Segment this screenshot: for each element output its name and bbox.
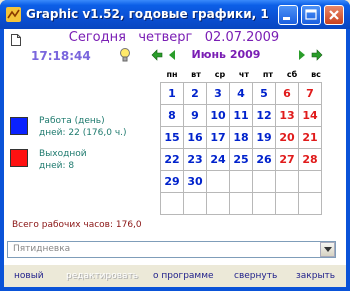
- day-cell[interactable]: 8: [160, 104, 184, 127]
- schedule-select-value: Пятидневка: [13, 244, 71, 254]
- app-window: Graphic v1.52, годовые графики, 1 Сегодн…: [0, 0, 350, 291]
- day-cell[interactable]: 11: [229, 104, 253, 127]
- weekday-fri: пт: [262, 70, 274, 79]
- day-cell[interactable]: [252, 170, 276, 193]
- triangle-right-icon[interactable]: [296, 49, 308, 61]
- new-link[interactable]: новый: [14, 271, 44, 281]
- day-cell[interactable]: 17: [206, 126, 230, 149]
- legend-work-swatch[interactable]: [10, 117, 28, 135]
- day-cell[interactable]: 27: [275, 148, 299, 171]
- today-date: 02.07.2009: [204, 30, 280, 45]
- weekday-thu: чт: [238, 70, 250, 79]
- day-cell[interactable]: 30: [183, 170, 207, 193]
- bulb-icon[interactable]: [119, 47, 131, 63]
- calendar-week: 8 9 10 11 12 13 14: [160, 104, 322, 127]
- day-cell[interactable]: 6: [275, 82, 299, 105]
- day-cell[interactable]: [252, 192, 276, 215]
- weekday-sat: сб: [286, 70, 298, 79]
- maximize-icon: [305, 9, 317, 20]
- window-title: Graphic v1.52, годовые графики, 1: [26, 7, 269, 21]
- calendar-week: 1 2 3 4 5 6 7: [160, 82, 322, 105]
- day-cell[interactable]: 20: [275, 126, 299, 149]
- day-cell[interactable]: 24: [206, 148, 230, 171]
- day-cell[interactable]: 1: [160, 82, 184, 105]
- client-area: Сегодня четверг 02.07.2009 17:18:44 Июнь…: [4, 29, 346, 287]
- day-cell[interactable]: [206, 170, 230, 193]
- arrow-left-icon[interactable]: [151, 49, 163, 61]
- weekday-mon: пн: [166, 70, 178, 79]
- day-cell[interactable]: 19: [252, 126, 276, 149]
- day-cell[interactable]: [298, 170, 322, 193]
- chevron-down-icon: [324, 247, 332, 252]
- minimize-button[interactable]: [278, 5, 298, 25]
- calendar-week: 15 16 17 18 19 20 21: [160, 126, 322, 149]
- day-cell[interactable]: [275, 192, 299, 215]
- day-cell[interactable]: 7: [298, 82, 322, 105]
- today-date-line: Сегодня четверг 02.07.2009: [4, 30, 344, 45]
- legend-off-count: дней: 8: [39, 161, 75, 171]
- day-cell[interactable]: [206, 192, 230, 215]
- day-cell[interactable]: [183, 192, 207, 215]
- schedule-dropdown-button[interactable]: [320, 242, 335, 257]
- weekday-sun: вс: [311, 70, 321, 79]
- day-cell[interactable]: 15: [160, 126, 184, 149]
- legend-work-text: Работа (день) дней: 22 (176,0 ч.): [39, 115, 127, 139]
- close-button[interactable]: [324, 5, 344, 25]
- day-cell[interactable]: 16: [183, 126, 207, 149]
- day-cell[interactable]: 23: [183, 148, 207, 171]
- day-cell[interactable]: 9: [183, 104, 207, 127]
- day-cell[interactable]: 28: [298, 148, 322, 171]
- calendar-grid: 1 2 3 4 5 6 7 8 9 10 11 12 13 14 15 16 1…: [160, 82, 322, 215]
- day-cell[interactable]: [275, 170, 299, 193]
- day-cell[interactable]: 18: [229, 126, 253, 149]
- day-cell[interactable]: 2: [183, 82, 207, 105]
- day-cell[interactable]: [229, 170, 253, 193]
- legend-work-count: дней: 22 (176,0 ч.): [39, 128, 127, 138]
- triangle-left-icon[interactable]: [166, 49, 178, 61]
- day-cell[interactable]: [298, 192, 322, 215]
- total-hours: Всего рабочих часов: 176,0: [12, 220, 142, 230]
- minimize-icon: [283, 17, 290, 20]
- day-cell[interactable]: 5: [252, 82, 276, 105]
- day-cell[interactable]: 29: [160, 170, 184, 193]
- day-cell[interactable]: 26: [252, 148, 276, 171]
- title-bar[interactable]: Graphic v1.52, годовые графики, 1: [0, 0, 350, 29]
- close-link[interactable]: закрыть: [296, 271, 335, 281]
- month-label: Июнь 2009: [191, 48, 261, 61]
- close-icon: [329, 10, 339, 20]
- edit-link[interactable]: редактировать: [66, 271, 138, 281]
- legend-off-text: Выходной дней: 8: [39, 148, 87, 172]
- clock: 17:18:44: [31, 49, 91, 63]
- day-cell[interactable]: 13: [275, 104, 299, 127]
- weekday-tue: вт: [191, 70, 201, 79]
- weekday-wed: ср: [214, 70, 226, 79]
- day-cell[interactable]: 21: [298, 126, 322, 149]
- day-cell[interactable]: [160, 192, 184, 215]
- maximize-button[interactable]: [301, 5, 321, 25]
- minimize-link[interactable]: свернуть: [234, 271, 277, 281]
- schedule-select[interactable]: Пятидневка: [7, 241, 336, 258]
- day-cell[interactable]: 10: [206, 104, 230, 127]
- day-cell[interactable]: 3: [206, 82, 230, 105]
- app-icon: [6, 7, 21, 22]
- legend-work-label: Работа (день): [39, 116, 105, 126]
- calendar-week: 29 30: [160, 170, 322, 193]
- calendar-panel: Сегодня четверг 02.07.2009 17:18:44 Июнь…: [4, 29, 346, 265]
- today-weekday: четверг: [138, 30, 193, 45]
- day-cell[interactable]: 25: [229, 148, 253, 171]
- calendar-week: [160, 192, 322, 215]
- day-cell[interactable]: 4: [229, 82, 253, 105]
- day-cell[interactable]: 22: [160, 148, 184, 171]
- day-cell[interactable]: [229, 192, 253, 215]
- day-cell[interactable]: 14: [298, 104, 322, 127]
- calendar-week: 22 23 24 25 26 27 28: [160, 148, 322, 171]
- about-link[interactable]: о программе: [153, 271, 214, 281]
- today-label: Сегодня: [68, 30, 126, 45]
- day-cell[interactable]: 12: [252, 104, 276, 127]
- legend-off-label: Выходной: [39, 149, 87, 159]
- legend-off-swatch[interactable]: [10, 149, 28, 167]
- arrow-right-icon[interactable]: [311, 49, 323, 61]
